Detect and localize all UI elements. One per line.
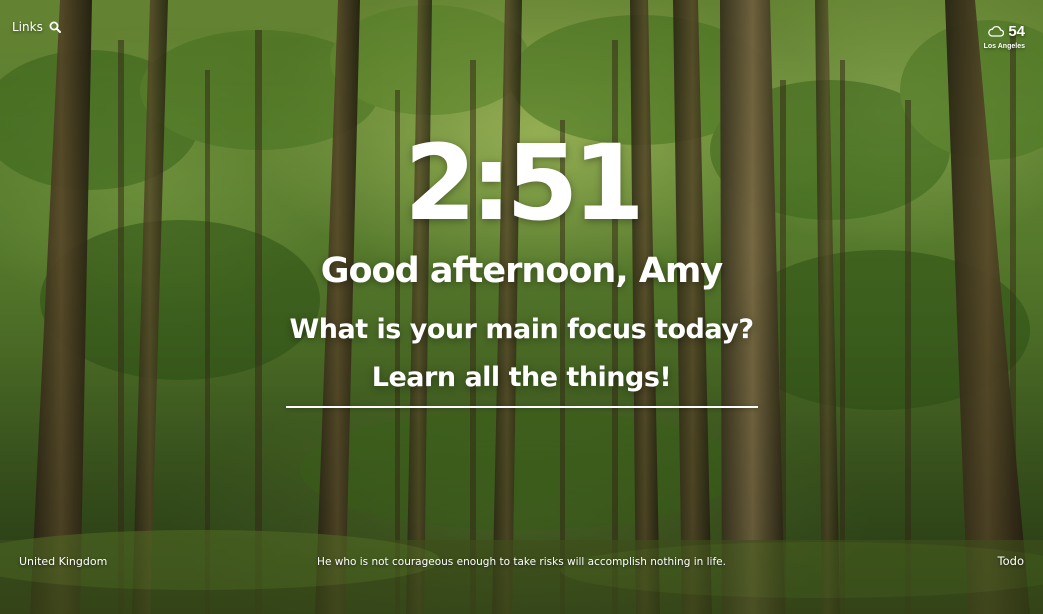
focus-underline bbox=[285, 406, 758, 408]
weather-location: Los Angeles bbox=[983, 43, 1025, 50]
focus-value[interactable]: Learn all the things! bbox=[0, 360, 1043, 396]
links-label: Links bbox=[12, 20, 43, 34]
daily-quote: He who is not courageous enough to take … bbox=[317, 556, 726, 568]
focus-prompt: What is your main focus today? bbox=[289, 314, 755, 345]
todo-button[interactable]: Todo bbox=[998, 554, 1024, 568]
main-center: 2:51 Good afternoon, Amy What is your ma… bbox=[0, 125, 1043, 408]
cloud-icon bbox=[988, 22, 1005, 41]
temperature: 54 bbox=[1008, 23, 1025, 40]
links-button[interactable]: Links bbox=[12, 20, 61, 34]
search-icon[interactable] bbox=[49, 21, 61, 33]
weather-widget[interactable]: 54 Los Angeles bbox=[984, 22, 1025, 50]
greeting-text: Good afternoon, Amy bbox=[320, 251, 723, 291]
clock-time: 2:51 bbox=[404, 122, 645, 244]
